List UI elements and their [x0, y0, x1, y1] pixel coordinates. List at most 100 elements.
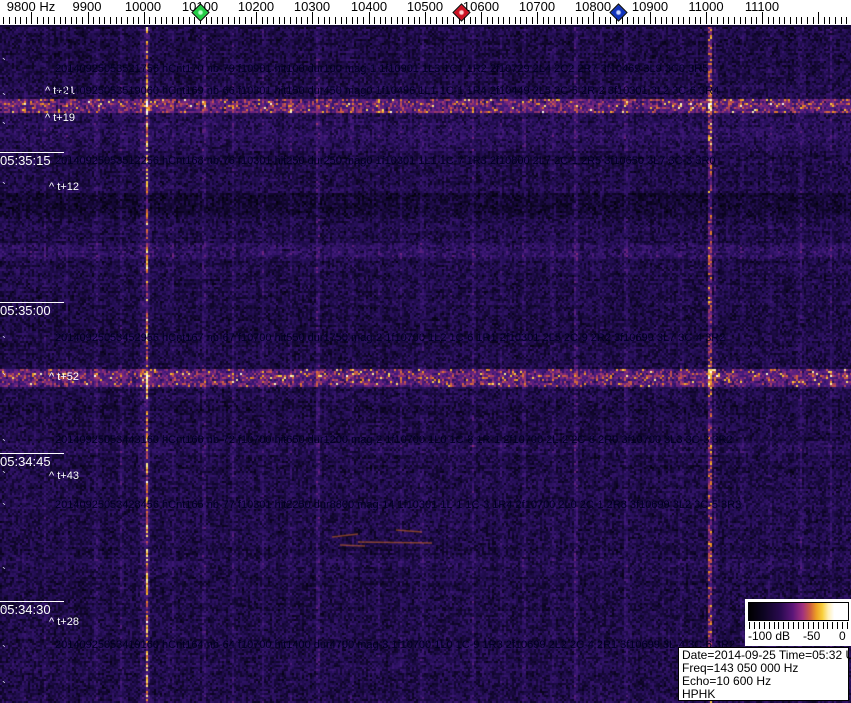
time-label: 05:34:45 — [0, 453, 64, 468]
scale-tick — [847, 622, 848, 629]
ruler-tick — [363, 17, 364, 24]
ruler-tick — [790, 17, 791, 24]
ruler-tick — [661, 17, 662, 24]
ruler-tick — [324, 17, 325, 24]
ruler-tick — [526, 17, 527, 24]
ruler-tick — [166, 17, 167, 24]
ruler-tick — [127, 17, 128, 24]
event-tick-mark: ` — [2, 647, 6, 653]
ruler-tick — [813, 17, 814, 24]
ruler-tick — [194, 17, 195, 24]
ruler-tick — [745, 17, 746, 24]
ruler-tick — [599, 17, 600, 24]
ruler-tick — [267, 17, 268, 24]
ruler-tick — [357, 17, 358, 24]
ruler-tick — [430, 17, 431, 24]
frequency-label: 11100 — [745, 0, 779, 13]
ruler-tick — [610, 17, 611, 24]
ruler-tick — [37, 17, 38, 24]
record-annotation: 20140925053452956 hCnt167 nb-67 f10700 h… — [55, 332, 725, 344]
frequency-label: 10500 — [407, 0, 443, 13]
record-annotation: 20140925053443160 hCnt166 nb-72 f10700 h… — [55, 434, 733, 446]
ruler-tick — [245, 17, 246, 24]
ruler-tick — [228, 17, 229, 24]
marker-blue-diamond-icon[interactable] — [609, 3, 627, 21]
event-tick-mark: ` — [2, 569, 6, 575]
scale-tick — [783, 622, 784, 629]
ruler-tick — [801, 17, 802, 24]
frequency-label: 10900 — [632, 0, 668, 13]
ruler-tick — [678, 17, 679, 24]
info-callsign: HPHK — [682, 688, 848, 701]
event-tick-mark: ` — [2, 473, 6, 479]
frequency-ruler[interactable]: 9800 Hz990010000101001020010300104001050… — [0, 0, 851, 27]
ruler-tick — [104, 17, 105, 24]
ruler-tick — [385, 17, 386, 24]
frequency-label: 10700 — [519, 0, 555, 13]
ruler-tick — [565, 17, 566, 24]
time-offset-marker: ^ t+19 — [45, 112, 75, 124]
time-label: 05:35:00 — [0, 302, 64, 317]
scale-tick — [808, 622, 809, 629]
ruler-tick — [341, 17, 342, 24]
frequency-label: 10200 — [238, 0, 274, 13]
spectrogram-window: 9800 Hz990010000101001020010300104001050… — [0, 0, 851, 703]
status-info-box: Date=2014-09-25 Time=05:32 UTC Freq=143 … — [678, 647, 849, 701]
ruler-tick — [346, 17, 347, 24]
ruler-tick — [470, 17, 471, 24]
time-offset-marker: ^ t+28 — [49, 616, 79, 628]
scale-tick — [837, 622, 838, 629]
scale-label-mid: -50 — [803, 630, 820, 643]
record-annotation: 20140925053519060 hCnt169 nb-66 f10301 h… — [55, 85, 719, 97]
event-tick-mark: ` — [2, 60, 6, 66]
ruler-tick — [571, 17, 572, 24]
ruler-tick — [138, 17, 139, 24]
event-tick-mark: ` — [2, 609, 6, 615]
scale-tick — [798, 622, 799, 629]
ruler-tick — [728, 17, 729, 24]
ruler-tick — [475, 17, 476, 24]
ruler-tick — [110, 17, 111, 24]
ruler-tick — [700, 17, 701, 24]
ruler-tick — [352, 17, 353, 24]
ruler-tick — [560, 17, 561, 24]
time-offset-marker: ^ t+43 — [49, 470, 79, 482]
ruler-tick — [65, 17, 66, 24]
event-tick-mark: ` — [2, 338, 6, 344]
ruler-tick — [453, 17, 454, 24]
ruler-tick — [543, 17, 544, 24]
ruler-tick — [374, 17, 375, 24]
event-tick-mark: ` — [2, 441, 6, 447]
scale-tick — [793, 622, 794, 629]
ruler-tick — [133, 17, 134, 24]
ruler-tick — [48, 17, 49, 24]
ruler-tick — [251, 17, 252, 24]
ruler-tick — [20, 17, 21, 24]
ruler-tick — [296, 17, 297, 24]
ruler-tick — [655, 17, 656, 24]
ruler-tick — [824, 17, 825, 24]
ruler-tick — [818, 12, 819, 24]
ruler-tick — [273, 17, 274, 24]
ruler-tick — [773, 17, 774, 24]
ruler-tick — [756, 17, 757, 24]
event-tick-mark: ` — [2, 375, 6, 381]
ruler-tick — [71, 17, 72, 24]
ruler-tick — [414, 17, 415, 24]
ruler-tick — [189, 17, 190, 24]
scale-tick — [774, 622, 775, 629]
ruler-tick — [515, 17, 516, 24]
ruler-tick — [211, 17, 212, 24]
spectrogram-waterfall[interactable] — [0, 27, 851, 703]
time-offset-marker: ^ t+52 — [49, 371, 79, 383]
ruler-tick — [672, 17, 673, 24]
event-tick-mark: ` — [2, 95, 6, 101]
record-annotation: 20140925053512256 hCnt168 nb-76 f10301 h… — [55, 155, 716, 167]
ruler-tick — [492, 17, 493, 24]
event-tick-mark: ` — [2, 124, 6, 130]
ruler-tick — [161, 17, 162, 24]
db-color-scale: -100 dB -50 0 — [745, 599, 851, 646]
ruler-tick — [397, 17, 398, 24]
ruler-tick — [290, 17, 291, 24]
scale-tick — [788, 622, 789, 629]
